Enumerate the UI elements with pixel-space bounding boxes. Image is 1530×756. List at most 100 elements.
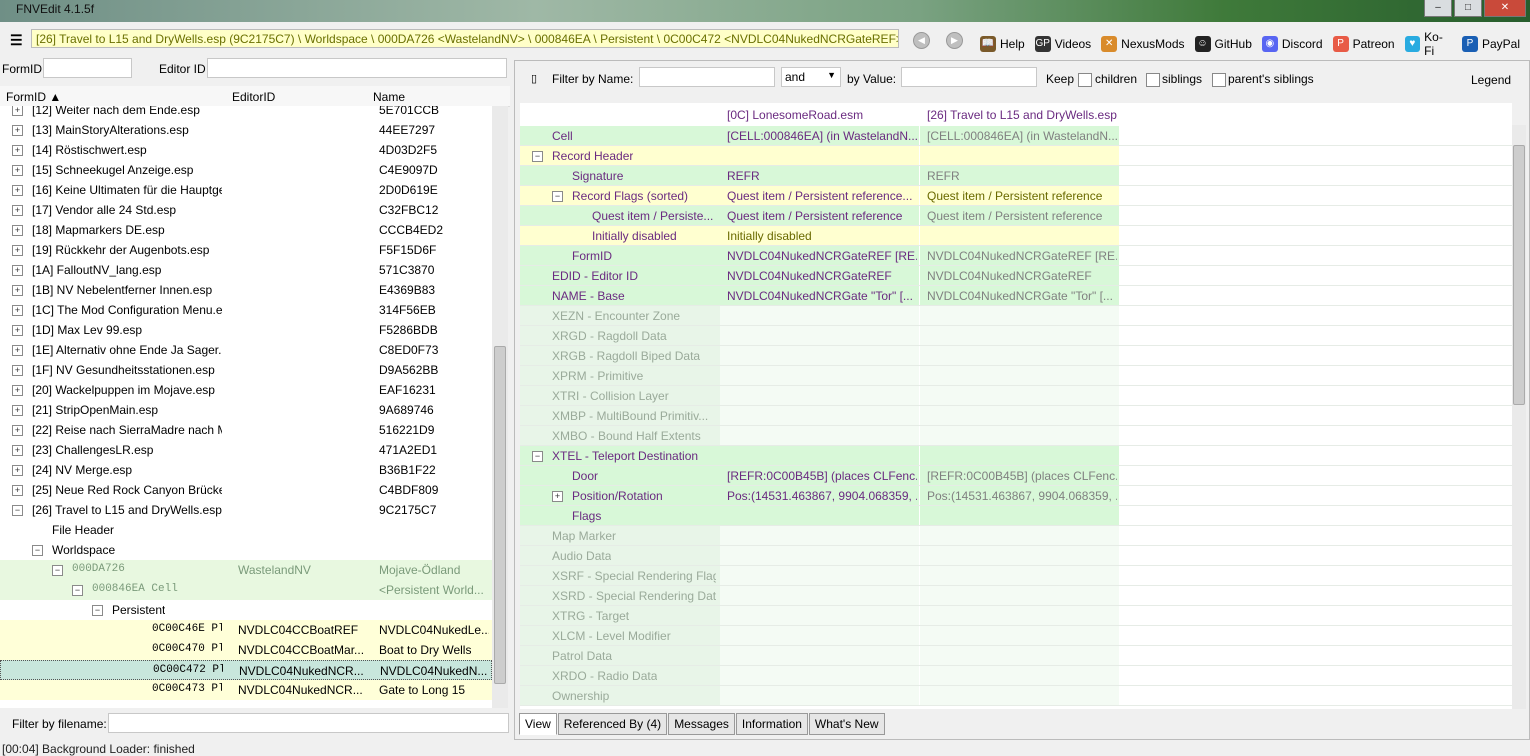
forward-button[interactable]: ▶ <box>946 32 963 49</box>
tab-information[interactable]: Information <box>735 713 808 735</box>
record-row[interactable]: Audio Data <box>520 546 1512 566</box>
record-row[interactable]: Signature REFR REFR <box>520 166 1512 186</box>
toolbar-link-nexusmods[interactable]: ✕ NexusMods <box>1101 36 1185 52</box>
filename-filter-input[interactable] <box>108 713 509 733</box>
tree-row[interactable]: + [15] Schneekugel Anzeige.esp C4E9097D <box>0 160 492 180</box>
tree-row[interactable]: + [25] Neue Red Rock Canyon Brücken.esp C4… <box>0 480 492 500</box>
record-row[interactable]: Ownership <box>520 686 1512 706</box>
expand-icon[interactable]: + <box>12 285 23 296</box>
record-row[interactable]: Quest item / Persiste... Quest item / Per… <box>520 206 1512 226</box>
tree-row[interactable]: + [1E] Alternativ ohne Ende Ja Sager.esp C… <box>0 340 492 360</box>
tree-row[interactable]: + [18] Mapmarkers DE.esp CCCB4ED2 <box>0 220 492 240</box>
collapse-icon[interactable]: − <box>12 505 23 516</box>
expand-icon[interactable]: + <box>12 465 23 476</box>
toolbar-link-help[interactable]: 📖 Help <box>980 36 1025 52</box>
tree-row[interactable]: + [1D] Max Lev 99.esp F5286BDB <box>0 320 492 340</box>
record-row[interactable]: XRGB - Ragdoll Biped Data <box>520 346 1512 366</box>
tree-row[interactable]: + [1C] The Mod Configuration Menu.esp 314F… <box>0 300 492 320</box>
tree-row[interactable]: −000DA726 WastelandNV Mojave-Ödland <box>0 560 492 580</box>
siblings-checkbox[interactable] <box>1146 73 1160 87</box>
filter-operator-select[interactable]: and ▼ <box>781 67 841 87</box>
record-row[interactable]: Flags <box>520 506 1512 526</box>
record-row[interactable]: − Record Flags (sorted) Quest item / Persi… <box>520 186 1512 206</box>
legend-button[interactable]: Legend <box>1471 73 1511 87</box>
children-checkbox[interactable] <box>1078 73 1092 87</box>
expand-icon[interactable]: + <box>12 185 23 196</box>
expand-icon[interactable]: + <box>12 205 23 216</box>
collapse-icon[interactable]: − <box>532 151 543 162</box>
toolbar-link-github[interactable]: ☺ GitHub <box>1194 36 1252 52</box>
filter-toggle-icon[interactable]: ▯ <box>531 72 537 85</box>
record-row[interactable]: Initially disabled Initially disabled <box>520 226 1512 246</box>
tree-row[interactable]: − Persistent <box>0 600 492 620</box>
tree-row[interactable]: + [24] NV Merge.esp B36B1F22 <box>0 460 492 480</box>
tree-row[interactable]: − Worldspace <box>0 540 492 560</box>
tree-row[interactable]: −000846EA Cell <Persistent World... <box>0 580 492 600</box>
expand-icon[interactable]: + <box>12 305 23 316</box>
expand-icon[interactable]: + <box>12 165 23 176</box>
minimize-button[interactable]: – <box>1424 0 1452 17</box>
expand-icon[interactable]: + <box>12 245 23 256</box>
tree-row[interactable]: 0C00C472 Plac NVDLC04NukedNCR... NVDLC04Nu… <box>0 660 492 680</box>
tree-row[interactable]: + [1B] NV Nebelentferner Innen.esp E4369B8… <box>0 280 492 300</box>
toolbar-link-paypal[interactable]: P PayPal <box>1461 36 1520 52</box>
tree-row[interactable]: + [19] Rückkehr der Augenbots.esp F5F15D6F <box>0 240 492 260</box>
collapse-icon[interactable]: − <box>532 451 543 462</box>
tree-scrollbar-thumb[interactable] <box>494 346 506 684</box>
editorid-column-header[interactable]: EditorID <box>232 90 275 104</box>
tree-row[interactable]: + [22] Reise nach SierraMadre nach MQ.esp… <box>0 420 492 440</box>
toolbar-link-discord[interactable]: ◉ Discord <box>1261 36 1323 52</box>
editorid-input[interactable] <box>207 58 507 78</box>
collapse-icon[interactable]: − <box>32 545 43 556</box>
formid-input[interactable] <box>43 58 132 78</box>
maximize-button[interactable]: □ <box>1454 0 1482 17</box>
tree-scrollbar[interactable] <box>492 106 508 708</box>
record-row[interactable]: Door [REFR:0C00B45B] (places CLFenc... [RE… <box>520 466 1512 486</box>
collapse-icon[interactable]: − <box>92 605 103 616</box>
expand-icon[interactable]: + <box>552 491 563 502</box>
record-row[interactable]: XSRF - Special Rendering Flags <box>520 566 1512 586</box>
record-row[interactable]: Map Marker <box>520 526 1512 546</box>
toolbar-link-ko-fi[interactable]: ♥ Ko-Fi <box>1404 30 1452 58</box>
record-grid[interactable]: Cell [CELL:000846EA] (in WastelandN... [CE… <box>520 125 1512 709</box>
tab-what-s-new[interactable]: What's New <box>808 713 885 735</box>
tree-row[interactable]: 0C00C46E Plac NVDLC04CCBoatREF NVDLC04Nuke… <box>0 620 492 640</box>
expand-icon[interactable]: + <box>12 325 23 336</box>
expand-icon[interactable]: + <box>12 145 23 156</box>
expand-icon[interactable]: + <box>12 445 23 456</box>
expand-icon[interactable]: + <box>12 485 23 496</box>
tree-row[interactable]: − [26] Travel to L15 and DryWells.esp 9C21… <box>0 500 492 520</box>
record-row[interactable]: EDID - Editor ID NVDLC04NukedNCRGateREF NV… <box>520 266 1512 286</box>
record-row[interactable]: XPRM - Primitive <box>520 366 1512 386</box>
record-row[interactable]: + Position/Rotation Pos:(14531.463867, 990… <box>520 486 1512 506</box>
tree-row[interactable]: + [21] StripOpenMain.esp 9A689746 <box>0 400 492 420</box>
record-path-field[interactable]: [26] Travel to L15 and DryWells.esp (9C2… <box>31 29 899 48</box>
record-row[interactable]: XMBP - MultiBound Primitiv... <box>520 406 1512 426</box>
column-lonesomeroad[interactable]: [0C] LonesomeRoad.esm <box>727 108 863 122</box>
menu-icon[interactable]: ☰ <box>10 32 23 49</box>
record-row[interactable]: XRDO - Radio Data <box>520 666 1512 686</box>
expand-icon[interactable]: + <box>12 125 23 136</box>
record-row[interactable]: − Record Header <box>520 146 1512 166</box>
tree-row[interactable]: + [1A] FalloutNV_lang.esp 571C3870 <box>0 260 492 280</box>
record-row[interactable]: XSRD - Special Rendering Data <box>520 586 1512 606</box>
tree-row[interactable]: + [1F] NV Gesundheitsstationen.esp D9A562B… <box>0 360 492 380</box>
record-tree[interactable]: + [12] Weiter nach dem Ende.esp 5E701CCB + [… <box>0 106 492 708</box>
expand-icon[interactable]: + <box>12 345 23 356</box>
name-column-header[interactable]: Name <box>373 90 405 104</box>
filter-value-input[interactable] <box>901 67 1037 87</box>
record-row[interactable]: XLCM - Level Modifier <box>520 626 1512 646</box>
tree-row[interactable]: 0C00C473 Plac NVDLC04NukedNCR... Gate to L… <box>0 680 492 700</box>
toolbar-link-patreon[interactable]: P Patreon <box>1332 36 1395 52</box>
record-row[interactable]: NAME - Base NVDLC04NukedNCRGate "Tor" [..… <box>520 286 1512 306</box>
tree-row[interactable]: + [13] MainStoryAlterations.esp 44EE7297 <box>0 120 492 140</box>
close-button[interactable]: ✕ <box>1484 0 1526 17</box>
expand-icon[interactable]: + <box>12 385 23 396</box>
formid-column-header[interactable]: FormID ▲ <box>6 90 61 104</box>
collapse-icon[interactable]: − <box>552 191 563 202</box>
expand-icon[interactable]: + <box>12 425 23 436</box>
record-row[interactable]: Cell [CELL:000846EA] (in WastelandN... [CE… <box>520 126 1512 146</box>
grid-scrollbar[interactable] <box>1512 125 1526 709</box>
expand-icon[interactable]: + <box>12 225 23 236</box>
tree-row[interactable]: + [14] Röstischwert.esp 4D03D2F5 <box>0 140 492 160</box>
